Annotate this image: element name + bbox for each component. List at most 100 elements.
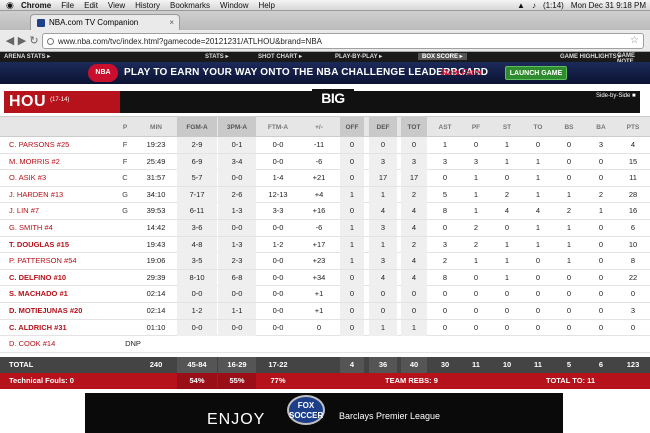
col-header[interactable]: PF — [463, 117, 489, 138]
col-header[interactable]: FGM-A — [177, 117, 217, 138]
banner-text: PLAY TO EARN YOUR WAY ONTO THE NBA CHALL… — [124, 67, 489, 78]
launch-game-button[interactable]: LAUNCH GAME — [505, 66, 567, 80]
menu-edit[interactable]: Edit — [84, 1, 98, 10]
group-field-goals: FIELD GOALS — [201, 107, 242, 113]
player-name-link[interactable]: C. ALDRICH #31 — [9, 320, 67, 336]
url-text[interactable]: www.nba.com/tvc/index.html?gamecode=2012… — [58, 37, 322, 46]
side-by-side-link[interactable]: Side-by-Side — [596, 93, 630, 99]
fg-percentage: 54% — [177, 373, 217, 389]
menu-help[interactable]: Help — [258, 1, 274, 10]
player-name-link[interactable]: S. MACHADO #1 — [9, 286, 68, 302]
col-header[interactable]: TOT — [401, 117, 427, 138]
col-header[interactable]: +/- — [300, 117, 338, 138]
wifi-icon[interactable]: ▲ — [517, 1, 525, 10]
menu-bookmarks[interactable]: Bookmarks — [170, 1, 210, 10]
stat-cell: 0 — [566, 156, 572, 166]
ft-percentage: 77% — [270, 376, 286, 385]
col-header[interactable]: TO — [525, 117, 551, 138]
back-icon[interactable]: ◀ — [4, 34, 16, 48]
player-name-link[interactable]: P. PATTERSON #54 — [9, 253, 77, 269]
nav-play-by-play[interactable]: PLAY-BY-PLAY ▸ — [335, 53, 382, 60]
stat-cell: 3 — [473, 156, 479, 166]
stat-cell: 0 — [340, 303, 364, 319]
stat-cell: 1 — [442, 140, 448, 149]
player-number: #3 — [37, 173, 47, 183]
stat-cell: 0 — [340, 269, 364, 286]
player-name-link[interactable]: D. MOTIEJUNAS #20 — [9, 303, 82, 319]
stat-cell: 0 — [535, 306, 541, 315]
col-header[interactable]: FTM-A — [258, 117, 298, 138]
player-name-link[interactable]: C. PARSONS #25 — [9, 137, 69, 153]
col-header[interactable]: DEF — [369, 117, 397, 138]
stat-cell: 0-0 — [177, 286, 217, 303]
nav-arena-stats[interactable]: ARENA STATS ▸ — [4, 53, 50, 60]
stat-cell: 0 — [340, 203, 364, 220]
player-name-link[interactable]: D. COOK #14 — [9, 336, 55, 352]
ad-banner[interactable]: ENJOY FOX SOCCER Barclays Premier League — [85, 393, 563, 433]
player-name-link[interactable]: O. ASIK #3 — [9, 170, 46, 186]
stat-cell: 1-4 — [272, 173, 284, 183]
table-row: D. MOTIEJUNAS #20 02:14 1-2 1-1 0-0 +1 0 0 0 0 0 0 0… — [0, 303, 650, 320]
stat-cell: 0-0 — [272, 256, 284, 266]
col-header[interactable]: 3PM-A — [218, 117, 256, 138]
menu-chrome[interactable]: Chrome — [21, 1, 51, 10]
nav-game-highlights[interactable]: GAME HIGHLIGHTS ▸ — [560, 53, 621, 60]
col-header[interactable]: AST — [432, 117, 458, 138]
stat-cell: 2-6 — [218, 186, 256, 203]
stat-cell: 1 — [535, 189, 541, 199]
stat-cell: 7-17 — [177, 186, 217, 203]
menu-window[interactable]: Window — [220, 1, 248, 10]
player-name-link[interactable]: M. MORRIS #2 — [9, 154, 60, 170]
player-name-link[interactable]: C. DELFINO #10 — [9, 270, 66, 286]
nav-box-score[interactable]: BOX SCORE ▸ — [418, 53, 467, 60]
address-bar[interactable]: www.nba.com/tvc/index.html?gamecode=2012… — [42, 33, 644, 49]
nav-shot-chart[interactable]: SHOT CHART ▸ — [258, 53, 302, 60]
nav-stats[interactable]: STATS ▸ — [205, 53, 228, 60]
stats-header: P MIN FGM-A 3PM-A FTM-A +/- OFF DEF TOT … — [0, 116, 650, 138]
player-number: #14 — [42, 339, 56, 349]
battery-status[interactable]: (1:14) — [543, 1, 564, 10]
stat-cell: 34:10 — [146, 189, 166, 199]
menu-view[interactable]: View — [108, 1, 125, 10]
col-header[interactable]: OFF — [340, 117, 364, 138]
col-header[interactable]: BA — [588, 117, 614, 138]
stat-cell: 1 — [340, 236, 364, 253]
stat-cell: 3 — [442, 239, 448, 249]
player-name-link[interactable]: G. SMITH #4 — [9, 220, 53, 236]
player-name-link[interactable]: J. HARDEN #13 — [9, 187, 63, 203]
clock[interactable]: Mon Dec 31 9:18 PM — [571, 1, 646, 10]
stat-cell: 0 — [340, 319, 364, 336]
team-record: (17-14) — [50, 97, 70, 103]
footer-row: Technical Fouls: 0 54% 55% 77% TEAM REBS… — [0, 373, 650, 389]
menu-history[interactable]: History — [135, 1, 160, 10]
stat-cell: 2-9 — [177, 137, 217, 153]
stat-cell: 0 — [535, 256, 541, 266]
col-header[interactable]: PTS — [619, 117, 647, 138]
total-cell: 40 — [401, 357, 427, 373]
forward-icon[interactable]: ▶ — [16, 34, 28, 48]
stat-cell: 1 — [401, 319, 427, 336]
stat-cell: 1 — [566, 256, 572, 266]
col-header[interactable]: BS — [556, 117, 582, 138]
stat-cell: 1 — [504, 256, 510, 266]
browser-tab[interactable]: NBA.com TV Companion × — [30, 14, 180, 30]
three-pt-percentage: 55% — [218, 373, 256, 389]
bookmark-star-icon[interactable]: ☆ — [630, 35, 639, 46]
player-name-link[interactable]: J. LIN #7 — [9, 203, 39, 219]
stat-cell: 22 — [628, 272, 638, 282]
volume-icon[interactable]: ♪ — [532, 1, 536, 10]
stat-cell: 0 — [535, 140, 541, 149]
col-header[interactable]: MIN — [138, 117, 174, 138]
stat-cell: 3 — [369, 253, 397, 270]
stat-cell: 6-9 — [177, 153, 217, 170]
col-header[interactable]: P — [115, 117, 135, 138]
col-header[interactable]: ST — [494, 117, 520, 138]
player-name-link[interactable]: T. DOUGLAS #15 — [9, 237, 69, 253]
tab-close-icon[interactable]: × — [169, 18, 174, 27]
side-by-side-icon[interactable]: ■ — [632, 93, 636, 99]
apple-icon[interactable]: ◉ — [6, 0, 15, 10]
stat-cell: 1 — [504, 272, 510, 282]
menu-file[interactable]: File — [61, 1, 74, 10]
player-name: M. MORRIS — [9, 156, 50, 166]
reload-icon[interactable]: ↻ — [28, 34, 40, 48]
